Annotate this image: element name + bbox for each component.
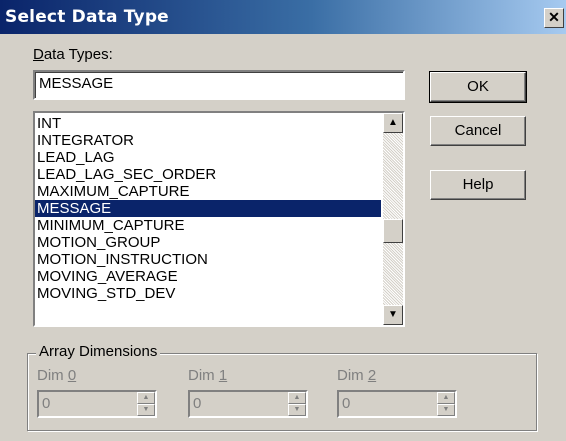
dim2-label-mnemonic: 2 [367,367,377,384]
cancel-button[interactable]: Cancel [430,116,526,146]
list-item[interactable]: LEAD_LAG [35,149,381,166]
arrow-down-icon: ▼ [388,309,398,320]
dim2-value: 0 [342,395,351,412]
data-type-input-value: MESSAGE [39,75,114,92]
list-item[interactable]: LEAD_LAG_SEC_ORDER [35,166,381,183]
dim0-value: 0 [42,395,51,412]
dim0-spin-up-button[interactable]: ▲ [137,392,155,404]
dim1-label: Dim 1 [188,367,227,384]
dim0-spinner[interactable]: 0 ▲ ▼ [37,390,157,418]
dim1-spinner[interactable]: 0 ▲ ▼ [188,390,308,418]
dim0-spin-down-button[interactable]: ▼ [137,404,155,416]
arrow-up-icon: ▲ [388,117,398,128]
help-button[interactable]: Help [430,170,526,200]
list-item[interactable]: MOTION_GROUP [35,234,381,251]
list-item[interactable]: INTEGRATOR [35,132,381,149]
list-item[interactable]: MINIMUM_CAPTURE [35,217,381,234]
data-types-label-mnemonic: D [33,46,44,63]
ok-button[interactable]: OK [429,71,527,103]
dim2-label-prefix: Dim [337,367,368,384]
close-button[interactable]: ✕ [544,8,564,28]
data-type-list[interactable]: INT INTEGRATOR LEAD_LAG LEAD_LAG_SEC_ORD… [33,111,405,327]
dim1-spin-up-button[interactable]: ▲ [288,392,306,404]
data-type-input[interactable]: MESSAGE [33,70,405,100]
dim1-label-mnemonic: 1 [218,367,228,384]
dim2-spinner[interactable]: 0 ▲ ▼ [337,390,457,418]
dim2-spin-buttons: ▲ ▼ [437,392,455,416]
title-bar: Select Data Type ✕ [0,0,566,34]
list-item[interactable]: INT [35,115,381,132]
data-types-label: Data Types: [33,46,113,63]
list-item[interactable]: MOVING_STD_DEV [35,285,381,302]
dim1-value: 0 [193,395,202,412]
dim0-label-prefix: Dim [37,367,68,384]
list-item[interactable]: MAXIMUM_CAPTURE [35,183,381,200]
list-scrollbar[interactable]: ▲ ▼ [383,113,403,325]
list-item[interactable]: MOTION_INSTRUCTION [35,251,381,268]
list-item-selected[interactable]: MESSAGE [35,200,381,217]
array-dimensions-title: Array Dimensions [36,343,161,360]
dim2-spin-up-button[interactable]: ▲ [437,392,455,404]
dim0-label: Dim 0 [37,367,76,384]
scroll-thumb[interactable] [383,219,403,243]
scroll-down-button[interactable]: ▼ [383,305,403,325]
dim2-spin-down-button[interactable]: ▼ [437,404,455,416]
scroll-up-button[interactable]: ▲ [383,113,403,133]
dim0-label-mnemonic: 0 [67,367,77,384]
close-icon: ✕ [548,9,560,25]
data-types-label-text: ata Types: [43,46,113,63]
window-title: Select Data Type [5,7,169,27]
dim1-label-prefix: Dim [188,367,219,384]
dim1-spin-buttons: ▲ ▼ [288,392,306,416]
dim1-spin-down-button[interactable]: ▼ [288,404,306,416]
dim2-label: Dim 2 [337,367,376,384]
data-type-list-items: INT INTEGRATOR LEAD_LAG LEAD_LAG_SEC_ORD… [35,115,381,302]
dim0-spin-buttons: ▲ ▼ [137,392,155,416]
list-item[interactable]: MOVING_AVERAGE [35,268,381,285]
